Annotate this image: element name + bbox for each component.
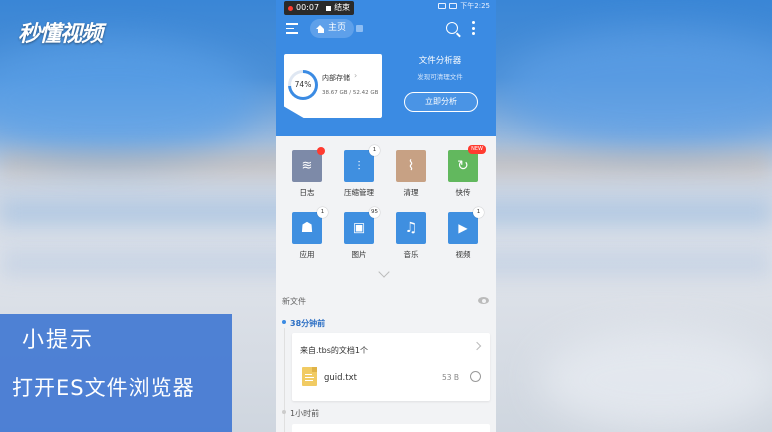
tool-music[interactable]: ♫ 音乐 bbox=[389, 212, 433, 260]
group-time: 38分钟前 bbox=[290, 319, 326, 328]
tool-label: 快传 bbox=[455, 188, 471, 197]
expand-chevron-icon[interactable] bbox=[378, 266, 390, 278]
tool-images[interactable]: ▣ 95 图片 bbox=[337, 207, 381, 260]
tool-label: 图片 bbox=[351, 250, 367, 259]
timeline-dot bbox=[282, 320, 286, 324]
menu-icon[interactable] bbox=[286, 23, 298, 34]
broom-icon: ⌇ bbox=[396, 150, 426, 182]
tool-zip[interactable]: ⫶ 1 压缩管理 bbox=[337, 145, 381, 198]
status-icons: 下午2:25 bbox=[438, 1, 490, 11]
signal-icon bbox=[438, 3, 447, 9]
count-badge: 1 bbox=[473, 207, 484, 218]
tool-label: 音乐 bbox=[403, 250, 419, 259]
card-title: 来自.tbs的文档1个 bbox=[300, 346, 369, 355]
home-icon bbox=[316, 24, 325, 33]
tip-title: 小提示 bbox=[22, 328, 95, 353]
record-time: 00:07 bbox=[296, 3, 320, 12]
screen-record-pill[interactable]: 00:07 结束 bbox=[284, 1, 355, 15]
status-bar: 00:07 结束 下午2:25 bbox=[276, 0, 496, 15]
brand-logo: 秒懂视频 bbox=[18, 21, 103, 47]
tool-label: 应用 bbox=[299, 250, 315, 259]
file-size: 53 B bbox=[442, 373, 460, 382]
tool-log[interactable]: ≋ 日志 bbox=[285, 147, 329, 198]
tool-apps[interactable]: ☗ 1 应用 bbox=[285, 207, 329, 260]
storage-percent: 74% bbox=[291, 73, 315, 97]
storage-usage-ring: 74% bbox=[288, 70, 318, 100]
log-icon: ≋ bbox=[292, 147, 325, 182]
tip-text: 打开ES文件浏览器 bbox=[12, 376, 195, 400]
music-icon: ♫ bbox=[396, 212, 426, 244]
analyzer-subtitle: 发现可清理文件 bbox=[417, 73, 463, 81]
timeline-dot bbox=[282, 410, 286, 414]
app-bar: 主页 bbox=[276, 16, 496, 42]
file-name[interactable]: guid.txt bbox=[324, 373, 357, 383]
select-checkbox[interactable] bbox=[470, 371, 481, 382]
tab-home-label: 主页 bbox=[328, 23, 347, 33]
tab-home[interactable]: 主页 bbox=[310, 19, 355, 38]
more-vert-icon[interactable] bbox=[472, 21, 476, 37]
tool-clean[interactable]: ⌇ 清理 bbox=[389, 150, 433, 198]
zip-icon: ⫶ 1 bbox=[344, 145, 380, 182]
recent-files-heading: 新文件 bbox=[282, 297, 306, 306]
internal-storage-card[interactable]: 74% 内部存储 › 38.67 GB / 52.42 GB bbox=[284, 54, 382, 118]
notification-dot bbox=[317, 147, 325, 155]
tool-video[interactable]: ▶ 1 视频 bbox=[441, 207, 485, 260]
tab-overflow-marker[interactable] bbox=[356, 25, 363, 32]
new-badge: NEW bbox=[468, 145, 486, 154]
storage-size: 38.67 GB / 52.42 GB bbox=[322, 90, 379, 96]
image-icon: ▣ 95 bbox=[344, 207, 380, 244]
stop-icon bbox=[326, 5, 332, 11]
record-stop-label: 结束 bbox=[334, 3, 351, 12]
storage-label: 内部存储 bbox=[322, 74, 350, 82]
video-icon: ▶ 1 bbox=[448, 207, 484, 244]
count-badge: 95 bbox=[369, 207, 380, 218]
status-clock: 下午2:25 bbox=[460, 2, 490, 10]
recent-file-card[interactable] bbox=[292, 424, 490, 432]
tool-label: 压缩管理 bbox=[344, 188, 374, 197]
tool-label: 清理 bbox=[403, 188, 419, 197]
chevron-right-icon: › bbox=[354, 71, 358, 80]
chevron-right-icon bbox=[472, 341, 482, 351]
timeline-line bbox=[283, 328, 285, 432]
battery-icon bbox=[449, 3, 458, 9]
count-badge: 1 bbox=[317, 207, 328, 218]
count-badge: 1 bbox=[369, 145, 380, 156]
record-dot-icon bbox=[288, 5, 293, 11]
phone-screen: 00:07 结束 下午2:25 主页 74% 内部存储 › 38.67 GB /… bbox=[276, 0, 496, 432]
tool-label: 视频 bbox=[455, 250, 471, 259]
android-icon: ☗ 1 bbox=[292, 207, 328, 244]
tool-quick-transfer[interactable]: ↻ NEW 快传 bbox=[441, 145, 486, 198]
tip-panel: 小提示 打开ES文件浏览器 bbox=[0, 314, 232, 432]
recent-file-card[interactable]: 来自.tbs的文档1个 guid.txt 53 B bbox=[292, 333, 490, 401]
eye-icon[interactable] bbox=[478, 297, 489, 304]
analyze-now-button[interactable]: 立即分析 bbox=[404, 92, 478, 112]
text-file-icon bbox=[302, 367, 317, 386]
group-time: 1小时前 bbox=[290, 409, 320, 418]
quick-transfer-icon: ↻ NEW bbox=[448, 145, 486, 182]
search-icon[interactable] bbox=[446, 22, 458, 34]
analyzer-title: 文件分析器 bbox=[418, 56, 462, 66]
tool-label: 日志 bbox=[299, 188, 315, 197]
